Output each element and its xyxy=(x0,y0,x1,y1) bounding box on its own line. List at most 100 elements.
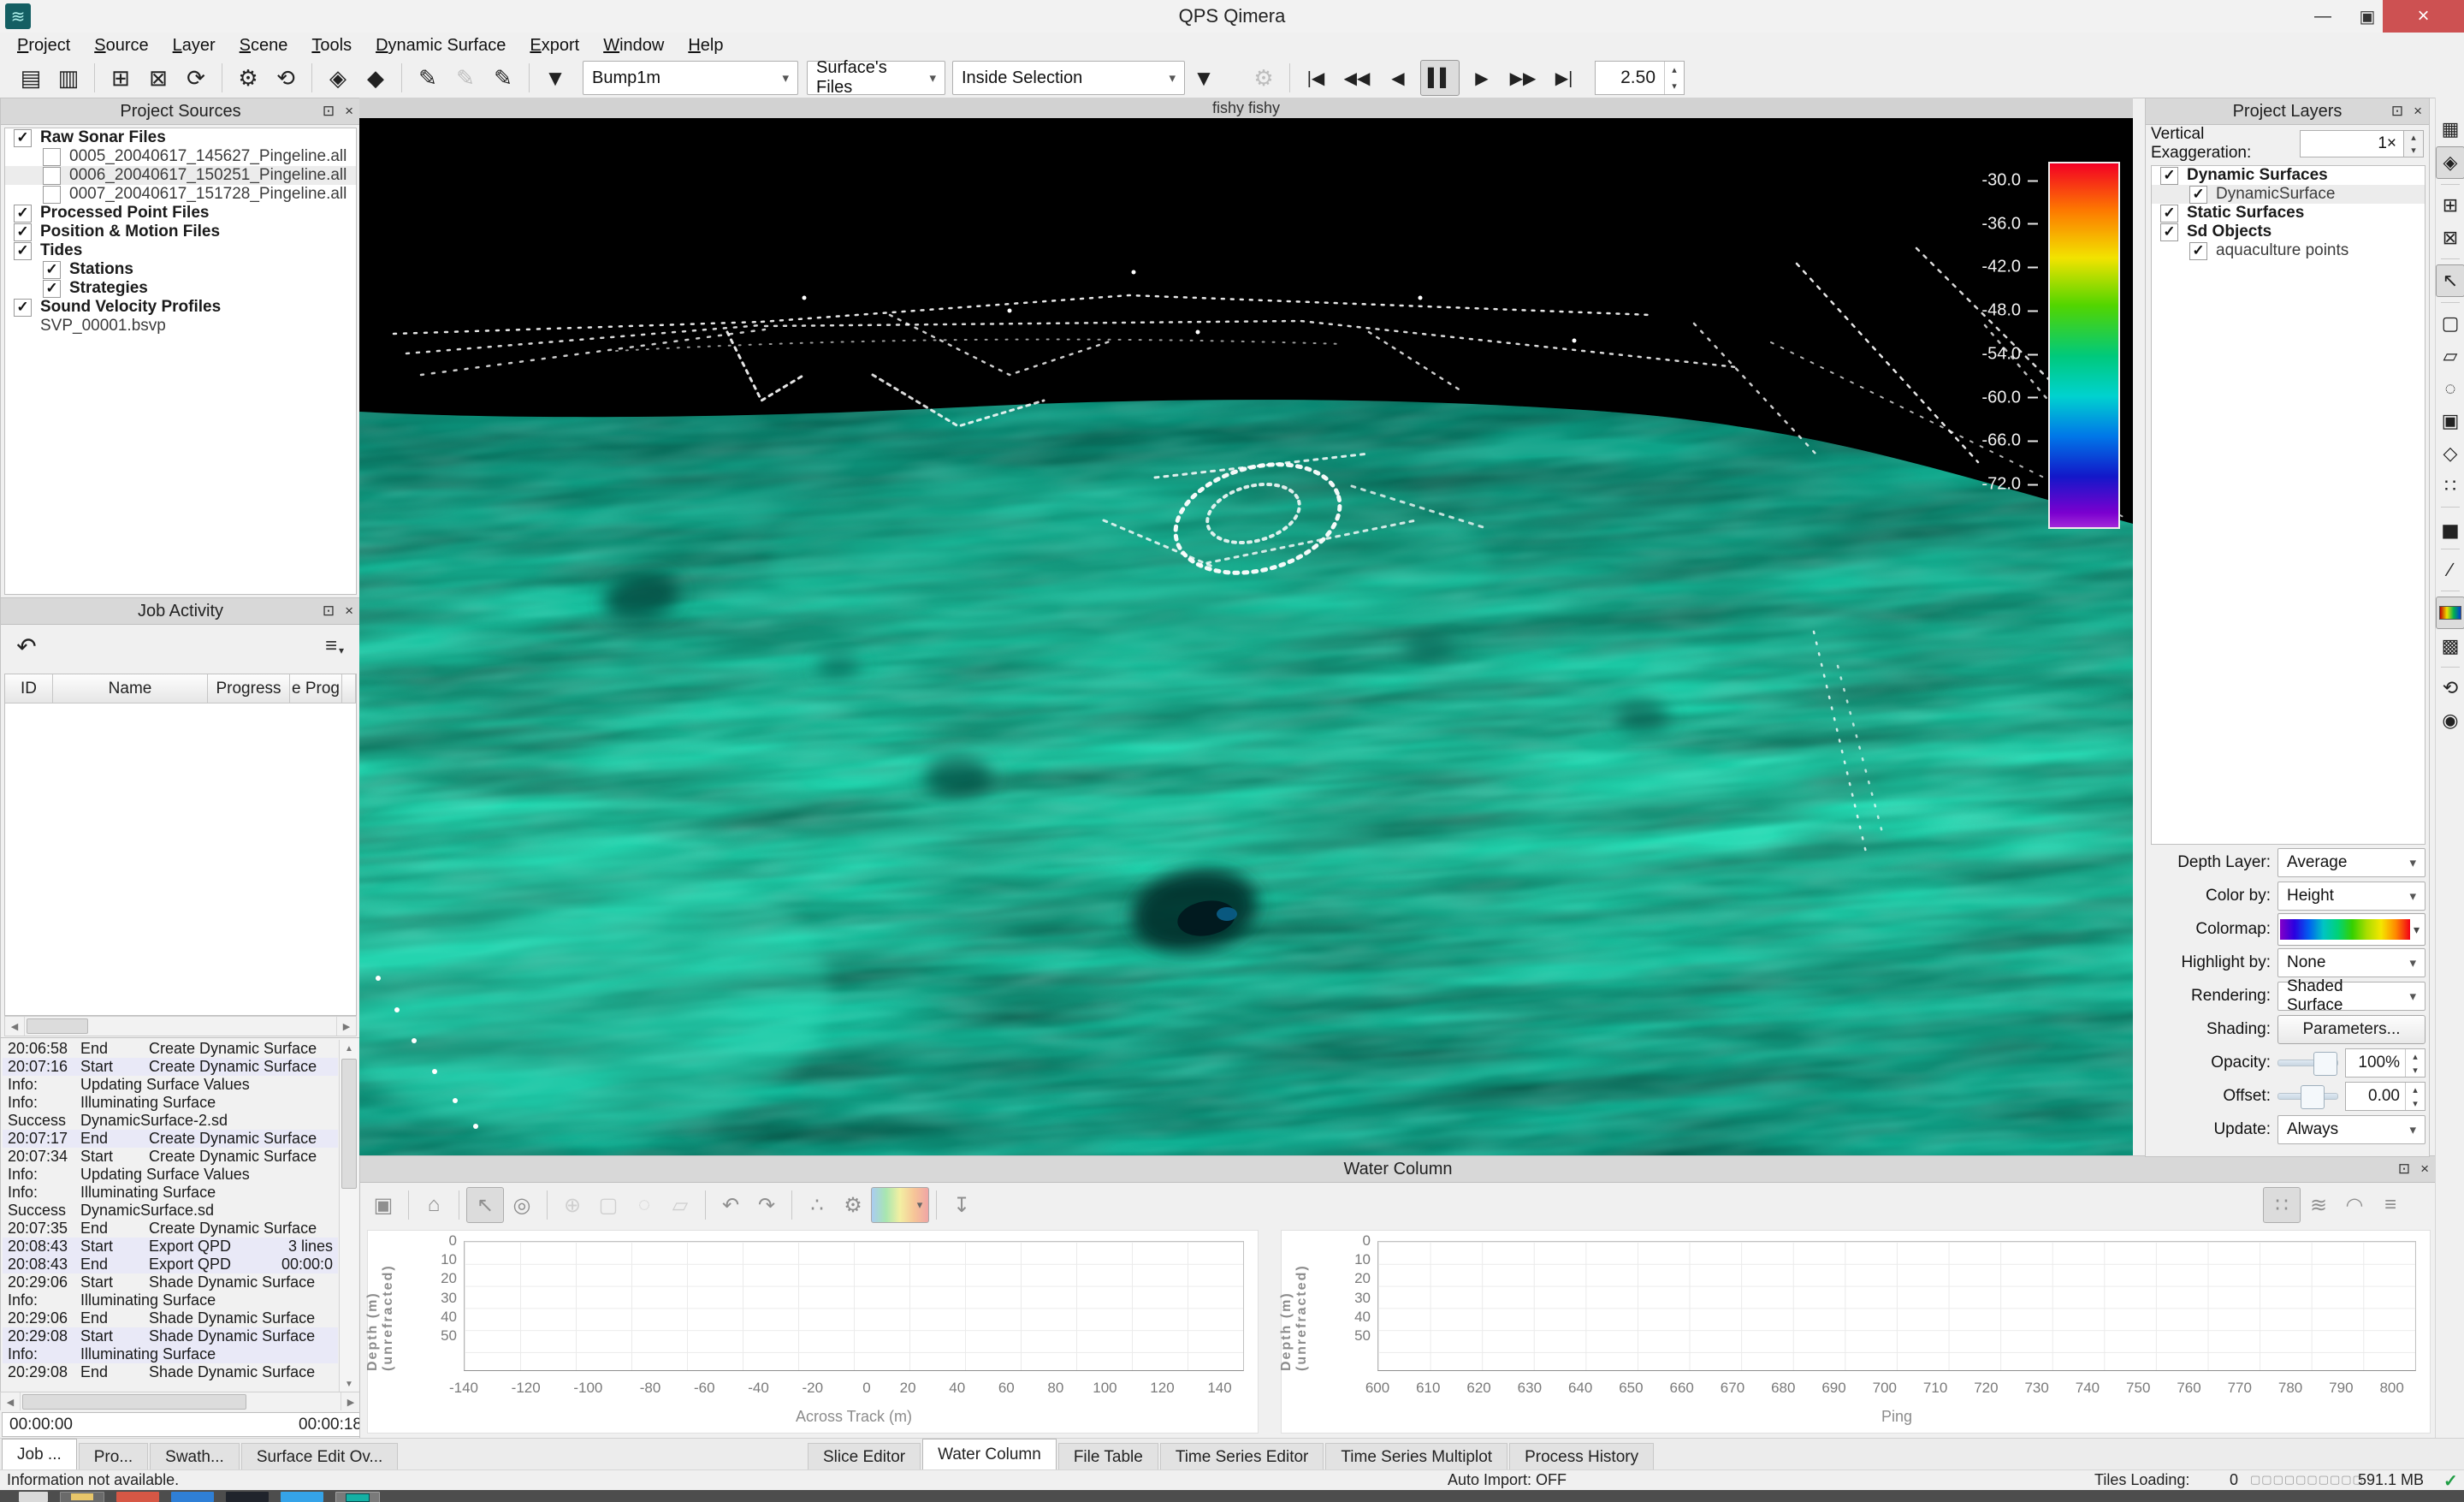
close-panel-icon[interactable]: × xyxy=(345,103,353,120)
redo-icon[interactable]: ↷ xyxy=(749,1188,785,1222)
select-cursor-icon[interactable]: ↖ xyxy=(2436,264,2464,297)
filter-icon[interactable]: ▼ xyxy=(1185,61,1223,95)
offset-spinner[interactable]: 0.00 ▴ ▾ xyxy=(2345,1082,2426,1111)
edit-surface-points-icon[interactable]: ✎ xyxy=(484,61,522,95)
edit-soundings-icon[interactable]: ✎ xyxy=(409,61,447,95)
select-box-handles-icon[interactable]: ▣ xyxy=(2437,406,2464,436)
slider-thumb[interactable] xyxy=(2301,1085,2325,1109)
scrollbar-thumb[interactable] xyxy=(341,1059,357,1189)
zoom-icon[interactable]: ◎ xyxy=(504,1188,540,1222)
scroll-right-icon[interactable]: ▶ xyxy=(341,1392,360,1411)
checkbox[interactable] xyxy=(14,205,32,223)
taskbar-app-blue-icon[interactable] xyxy=(171,1492,214,1502)
checkbox[interactable] xyxy=(2189,186,2207,204)
spin-up-icon[interactable]: ▴ xyxy=(1665,62,1684,78)
close-panel-icon[interactable]: × xyxy=(345,603,353,620)
menu-item[interactable]: Scene xyxy=(228,36,300,56)
log-row[interactable]: 20:07:17 End Create Dynamic Surface xyxy=(3,1130,338,1148)
scene-3d-render[interactable]: ) xyxy=(359,118,2133,1155)
select-cursor-icon[interactable]: ↖ xyxy=(466,1187,504,1223)
select-points-icon[interactable]: ∷ xyxy=(2437,471,2464,502)
slider-thumb[interactable] xyxy=(2313,1052,2337,1076)
select-lasso-icon[interactable]: ◌ xyxy=(2437,373,2464,404)
checkbox[interactable] xyxy=(2160,167,2178,185)
close-button[interactable]: × xyxy=(2383,0,2464,33)
opacity-spinner[interactable]: 100% ▴ ▾ xyxy=(2345,1048,2426,1078)
spin-up-icon[interactable]: ▴ xyxy=(2406,1049,2425,1063)
add-ascii-points-icon[interactable]: ⊠ xyxy=(139,61,177,95)
menu-item[interactable]: Dynamic Surface xyxy=(364,36,518,56)
close-panel-icon[interactable]: × xyxy=(2414,103,2422,120)
scroll-left-icon[interactable]: ◀ xyxy=(5,1017,25,1036)
pause-button[interactable]: ▌▌ xyxy=(1420,60,1460,96)
select-lasso-icon[interactable]: ◌ xyxy=(626,1188,662,1222)
checkbox[interactable] xyxy=(43,186,61,204)
update-combo[interactable]: Always ▾ xyxy=(2277,1115,2426,1144)
log-row[interactable]: 20:29:06 End Shade Dynamic Surface xyxy=(3,1309,338,1327)
select-rectangle-icon[interactable]: ▢ xyxy=(2437,308,2464,339)
float-panel-icon[interactable]: ⊡ xyxy=(2398,1161,2410,1178)
start-button[interactable] xyxy=(19,1492,48,1502)
minimize-button[interactable]: — xyxy=(2301,0,2344,33)
log-hscrollbar[interactable]: ◀ ▶ xyxy=(0,1392,361,1412)
column-header-id[interactable]: ID xyxy=(5,674,53,704)
tree-row[interactable]: DynamicSurface xyxy=(2152,185,2425,204)
depth-layer-combo[interactable]: Average ▾ xyxy=(2277,848,2426,877)
reload-source-icon[interactable]: ⟳ xyxy=(177,61,215,95)
vertical-exaggeration-input[interactable]: 1× xyxy=(2300,130,2404,157)
scatter-mode-icon[interactable]: ∷ xyxy=(2263,1187,2301,1223)
log-row[interactable]: 20:07:35 End Create Dynamic Surface xyxy=(3,1220,338,1238)
log-row[interactable]: Info: Illuminating Surface xyxy=(3,1184,338,1202)
undo-job-icon[interactable]: ↶ xyxy=(9,629,44,663)
checkbox[interactable] xyxy=(43,167,61,185)
job-table-hscrollbar[interactable]: ◀ ▶ xyxy=(4,1016,357,1036)
beam-fan-mode-icon[interactable]: ≋ xyxy=(2301,1188,2337,1222)
float-panel-icon[interactable]: ⊡ xyxy=(2391,103,2403,120)
log-row[interactable]: Info: Illuminating Surface xyxy=(3,1094,338,1112)
zoom-extents-surface-icon[interactable]: ⊞ xyxy=(2437,190,2464,221)
lock-surface-icon[interactable]: ◆ xyxy=(357,61,394,95)
tree-row[interactable]: Processed Point Files xyxy=(5,204,356,223)
selection-mode-combo[interactable]: Inside Selection ▾ xyxy=(952,61,1185,95)
log-row[interactable]: 20:08:43 Start Export QPD 3 lines xyxy=(3,1238,338,1256)
menu-item[interactable]: Export xyxy=(518,36,591,56)
column-header-time-progress[interactable]: e Prog xyxy=(290,674,342,704)
log-row[interactable]: Info: Illuminating Surface xyxy=(3,1345,338,1363)
menu-item[interactable]: Window xyxy=(591,36,676,56)
log-row[interactable]: 20:06:58 End Create Dynamic Surface xyxy=(3,1040,338,1058)
spin-down-icon[interactable]: ▾ xyxy=(2404,144,2423,157)
mesh-3d-icon[interactable]: ▩ xyxy=(2437,631,2464,662)
checkbox[interactable] xyxy=(14,129,32,147)
log-row[interactable]: 20:29:06 Start Shade Dynamic Surface xyxy=(3,1273,338,1291)
processing-settings-icon[interactable]: ⚙ xyxy=(229,61,267,95)
step-back-icon[interactable]: ◀ xyxy=(1379,61,1417,95)
fast-forward-icon[interactable]: ▶▶ xyxy=(1504,61,1542,95)
spin-up-icon[interactable]: ▴ xyxy=(2406,1083,2425,1096)
home-view-icon[interactable]: ⌂ xyxy=(416,1188,452,1222)
spinner-arrows[interactable]: ▴ ▾ xyxy=(2405,1083,2425,1110)
color-by-combo[interactable]: Height ▾ xyxy=(2277,882,2426,911)
plot-area[interactable] xyxy=(1377,1241,2416,1371)
fast-rewind-icon[interactable]: ◀◀ xyxy=(1338,61,1376,95)
view-2d-surface-icon[interactable]: ◈ xyxy=(2436,146,2464,179)
tree-row[interactable]: aquaculture points xyxy=(2152,241,2425,260)
rendering-combo[interactable]: Shaded Surface ▾ xyxy=(2277,982,2426,1011)
skip-last-icon[interactable]: ▶| xyxy=(1545,61,1583,95)
filter-edit-icon[interactable]: ▼ xyxy=(536,61,574,95)
column-header-name[interactable]: Name xyxy=(53,674,208,704)
add-raw-sonar-files-icon[interactable]: ▤ xyxy=(12,61,50,95)
tree-row[interactable]: 0007_20040617_151728_Pingeline.all xyxy=(5,185,356,204)
menu-item[interactable]: Tools xyxy=(299,36,364,56)
menu-item[interactable]: Source xyxy=(82,36,160,56)
playback-speed-spinner[interactable]: 2.50 ▴ ▾ xyxy=(1595,61,1685,95)
selection-settings-icon[interactable]: ⚙ xyxy=(1245,61,1282,95)
display-options-icon[interactable]: ≡ xyxy=(2372,1188,2408,1222)
export-water-column-icon[interactable]: ↧ xyxy=(944,1188,980,1222)
taskbar-app-dark-icon[interactable] xyxy=(226,1492,269,1502)
across-track-plot[interactable]: Depth (m) (unrefracted) 01020304050 -140… xyxy=(367,1230,1259,1434)
ping-plot[interactable]: Depth (m) (unrefracted) 01020304050 6006… xyxy=(1281,1230,2431,1434)
spinner-arrows[interactable]: ▴ ▾ xyxy=(1664,62,1684,94)
tree-row[interactable]: SVP_00001.bsvp xyxy=(5,317,356,335)
add-processed-point-files-icon[interactable]: ▥ xyxy=(50,61,87,95)
float-panel-icon[interactable]: ⊡ xyxy=(323,603,335,620)
